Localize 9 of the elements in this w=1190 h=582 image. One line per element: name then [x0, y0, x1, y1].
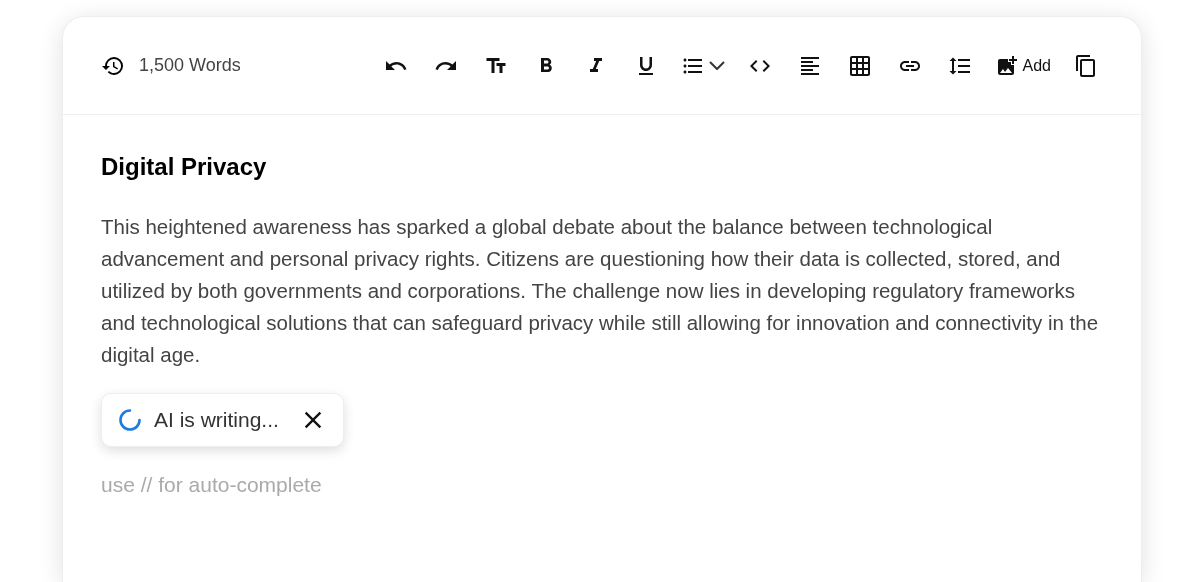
word-count: 1,500 Words [139, 55, 241, 76]
spinner-icon [118, 408, 142, 432]
document-heading: Digital Privacy [101, 153, 268, 181]
copy-icon [1074, 53, 1098, 78]
table-icon [847, 53, 872, 78]
chevron-down-icon [708, 60, 725, 71]
ai-status-text: AI is writing... [154, 408, 279, 432]
document-paragraph: This heightened awareness has sparked a global debate about the balance between technological advancement and personal privacy rights. Citizens are questioning how their data is collected, stored, and utilized by both governments and corporations. The challenge now lies in developing regulatory frameworks and technological solutions that can safeguard privacy while still allowing for innovation and connectivity in the digital age. [101, 214, 1100, 368]
image-button[interactable]: Add [992, 51, 1053, 80]
